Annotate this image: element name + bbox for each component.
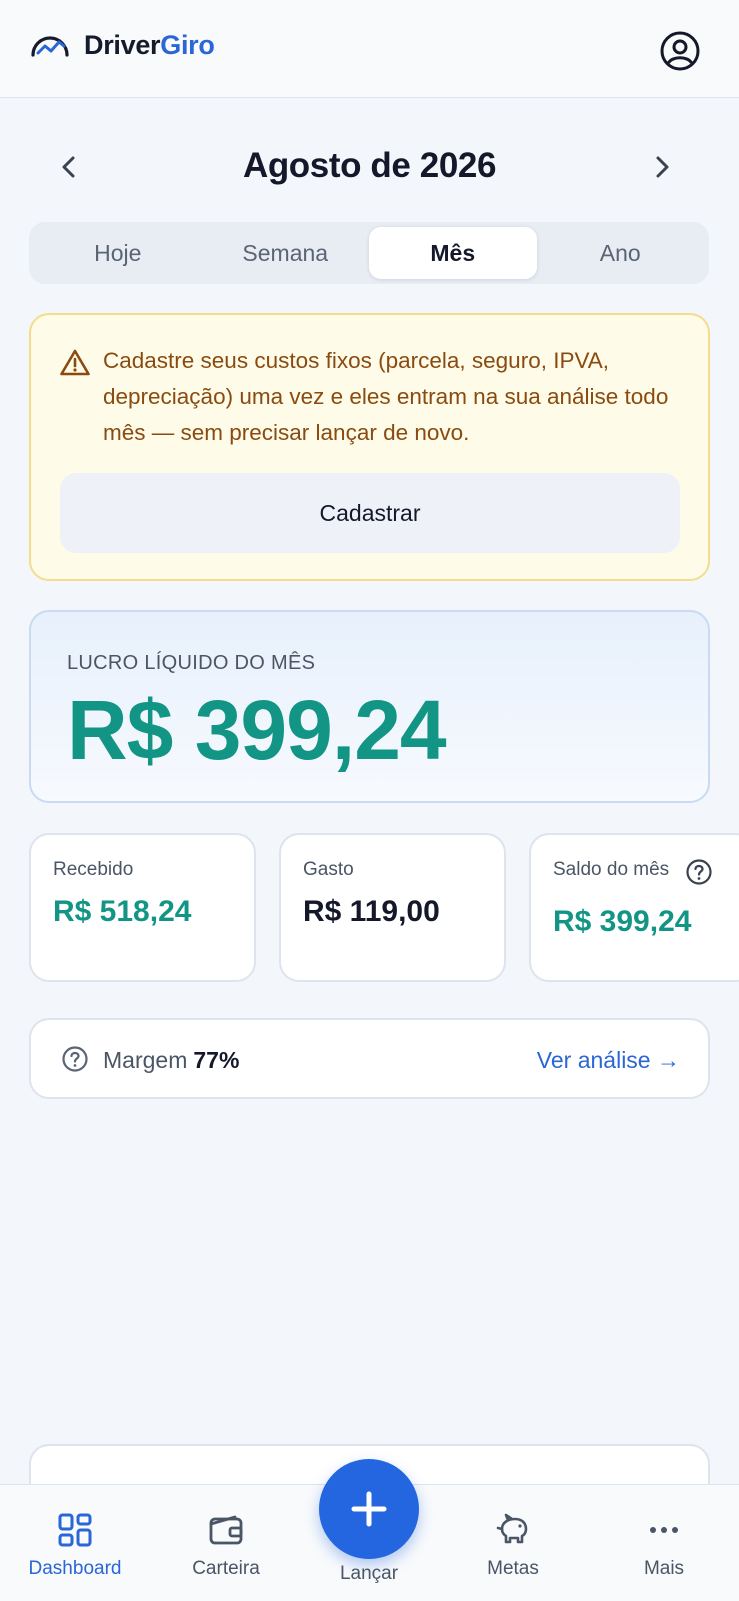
net-profit-label: LUCRO LÍQUIDO DO MÊS [67,652,316,674]
balance-label: Saldo do mês [553,859,670,880]
plus-icon [351,1491,387,1527]
period-tabs: Hoje Semana Mês Ano [29,222,709,284]
app-screen: DriverGiro Agosto de 2026 Hoje Semana Mê… [0,0,739,1601]
piggy-bank-icon [496,1513,528,1544]
received-label: Recebido [53,859,134,880]
spent-label: Gasto [303,859,354,880]
nav-dashboard-label: Dashboard [28,1558,122,1579]
help-circle-icon[interactable] [685,858,713,886]
fixed-costs-warning-card: Cadastre seus custos fixos (parcela, seg… [29,313,710,581]
nav-dashboard[interactable]: Dashboard [10,1485,140,1601]
nav-mais-label: Mais [643,1558,685,1579]
top-bar: DriverGiro [0,0,739,98]
brand[interactable]: DriverGiro [30,30,215,61]
spent-value: R$ 119,00 [303,895,440,928]
month-title: Agosto de 2026 [242,146,497,185]
net-profit-value: R$ 399,24 [67,683,447,777]
nav-mais[interactable]: Mais [599,1485,729,1601]
margin-label: Margem 77% [103,1047,239,1074]
nav-metas[interactable]: Metas [448,1485,578,1601]
chevron-right-icon[interactable] [647,152,677,182]
nav-carteira[interactable]: Carteira [161,1485,291,1601]
balance-value: R$ 399,24 [553,905,692,938]
user-circle-icon[interactable] [659,30,701,72]
nav-metas-label: Metas [487,1558,539,1579]
wallet-icon [209,1515,243,1545]
received-card[interactable]: Recebido R$ 518,24 [29,833,256,982]
balance-card[interactable]: Saldo do mês R$ 399,24 [529,833,739,982]
speedometer-chart-icon [31,35,69,57]
brand-name-part2: Giro [160,30,215,60]
spent-card[interactable]: Gasto R$ 119,00 [279,833,506,982]
view-analysis-link[interactable]: Ver análise → [537,1047,680,1074]
more-dots-icon [650,1527,678,1533]
margin-label-text: Margem [103,1047,188,1073]
warning-triangle-icon [60,349,90,376]
help-circle-icon[interactable] [61,1045,89,1073]
margin-value: 77% [193,1047,240,1073]
tab-mes[interactable]: Mês [369,227,537,279]
brand-name-part1: Driver [84,30,161,60]
register-costs-button[interactable]: Cadastrar [60,473,680,553]
nav-carteira-label: Carteira [192,1558,260,1579]
net-profit-card: LUCRO LÍQUIDO DO MÊS R$ 399,24 [29,610,710,803]
month-navigator: Agosto de 2026 [0,138,739,198]
nav-lancar-label[interactable]: Lançar [309,1563,429,1585]
margin-row: Margem 77% Ver análise → [29,1018,710,1099]
tab-hoje[interactable]: Hoje [34,227,202,279]
warning-message: Cadastre seus custos fixos (parcela, seg… [103,348,669,445]
grid-icon [58,1513,92,1547]
tab-ano[interactable]: Ano [537,227,705,279]
received-value: R$ 518,24 [53,895,192,928]
brand-name: DriverGiro [84,30,215,61]
tab-semana[interactable]: Semana [202,227,370,279]
launch-button[interactable] [319,1459,419,1559]
